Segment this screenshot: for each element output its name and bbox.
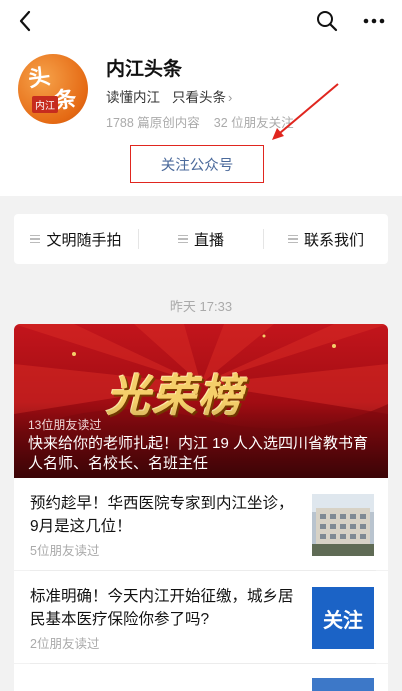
hero-title: 快来给你的老师扎起！内江 19 人入选四川省教书育人名师、名校长、名班主任 xyxy=(28,435,369,472)
avatar-city: 内江 xyxy=(32,96,58,113)
menu-item-live[interactable]: 直播 xyxy=(139,229,263,250)
tagline-part-2-text: 只看头条 xyxy=(172,90,226,105)
tagline-part-1: 读懂内江 xyxy=(106,90,160,105)
article-item[interactable] xyxy=(14,664,388,691)
back-icon[interactable] xyxy=(12,8,38,34)
feed-date: 昨天 17:33 xyxy=(169,299,233,314)
menu-lines-icon xyxy=(177,233,188,246)
account-stats: 1788 篇原创内容 32 位朋友关注 xyxy=(106,112,294,131)
top-nav-bar xyxy=(0,0,402,46)
article-read-count: 5位朋友读过 xyxy=(30,544,100,558)
article-item[interactable]: 标准明确！今天内江开始征缴，城乡居民基本医疗保险你参了吗? 2位朋友读过 关注 xyxy=(14,571,388,663)
article-thumbnail: 关注 xyxy=(312,587,374,649)
article-thumbnail xyxy=(312,494,374,556)
account-menu: 文明随手拍 直播 联系我们 xyxy=(14,214,388,264)
menu-item-contact[interactable]: 联系我们 xyxy=(264,229,388,250)
article-item[interactable]: 预约趁早！华西医院专家到内江坐诊，9月是这几位！ 5位朋友读过 xyxy=(14,478,388,570)
article-thumbnail xyxy=(312,678,374,691)
account-tagline[interactable]: 读懂内江 只看头条 › xyxy=(106,86,232,106)
account-profile: 头 条 内江 内江头条 读懂内江 只看头条 › 1788 篇原创内容 32 位朋友… xyxy=(0,46,402,196)
menu-lines-icon xyxy=(30,233,41,246)
follow-button[interactable]: 关注公众号 xyxy=(130,145,264,183)
menu-lines-icon xyxy=(287,233,298,246)
menu-label: 文明随手拍 xyxy=(46,231,122,249)
avatar[interactable]: 头 条 内江 xyxy=(18,54,88,124)
more-icon[interactable] xyxy=(360,8,388,34)
search-icon[interactable] xyxy=(314,8,340,34)
original-count: 1788 篇原创内容 xyxy=(106,116,200,130)
content-area: 文明随手拍 直播 联系我们 昨天 17:33 光荣榜 13位朋友读过 快来给你的… xyxy=(0,196,402,691)
chevron-right-icon: › xyxy=(228,90,233,105)
menu-label: 直播 xyxy=(193,231,224,249)
article-title: 标准明确！今天内江开始征缴，城乡居民基本医疗保险你参了吗? xyxy=(30,588,294,628)
menu-label: 联系我们 xyxy=(303,231,364,249)
account-name: 内江头条 xyxy=(106,59,183,80)
menu-item-civilized-photo[interactable]: 文明随手拍 xyxy=(14,229,138,250)
tagline-part-2: 只看头条 › xyxy=(172,86,232,106)
hero-article-card[interactable]: 光荣榜 13位朋友读过 快来给你的老师扎起！内江 19 人入选四川省教书育人名师… xyxy=(14,324,388,478)
article-read-count: 2位朋友读过 xyxy=(30,637,100,651)
article-title: 预约趁早！华西医院专家到内江坐诊，9月是这几位！ xyxy=(30,495,294,535)
avatar-glyph-1: 头 xyxy=(26,63,52,93)
friends-follow: 32 位朋友关注 xyxy=(213,116,294,130)
hero-read-count: 13位朋友读过 xyxy=(28,418,102,432)
